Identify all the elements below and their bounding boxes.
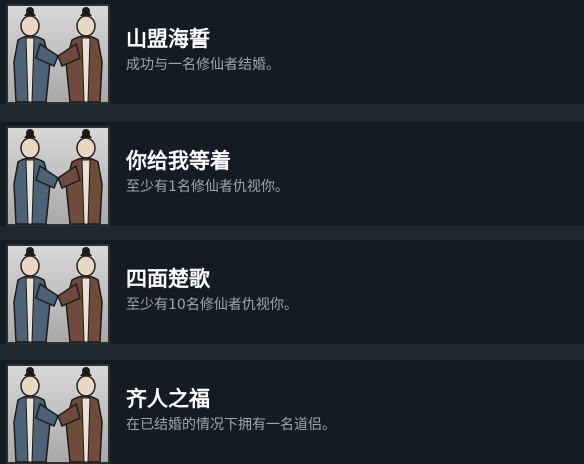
wedding-couple-icon	[6, 364, 110, 464]
achievement-text: 四面楚歌 至少有10名修仙者仇视你。	[126, 266, 568, 314]
achievement-row[interactable]: 四面楚歌 至少有10名修仙者仇视你。	[0, 240, 584, 344]
wedding-couple-icon	[6, 4, 110, 104]
achievement-row[interactable]: 齐人之福 在已结婚的情况下拥有一名道侣。	[0, 360, 584, 464]
achievement-title: 齐人之福	[126, 387, 210, 411]
achievement-text: 你给我等着 至少有1名修仙者仇视你。	[126, 148, 568, 196]
achievement-description: 成功与一名修仙者结婚。	[126, 57, 280, 73]
achievement-title: 山盟海誓	[126, 27, 210, 51]
achievement-description: 在已结婚的情况下拥有一名道侣。	[126, 417, 336, 433]
achievement-list: 山盟海誓 成功与一名修仙者结婚。 你给我等着 至少有1名修仙者仇视你。 四面楚歌…	[0, 0, 584, 464]
achievement-description: 至少有10名修仙者仇视你。	[126, 297, 298, 313]
achievement-row[interactable]: 你给我等着 至少有1名修仙者仇视你。	[0, 122, 584, 226]
wedding-couple-icon	[6, 244, 110, 344]
achievement-text: 齐人之福 在已结婚的情况下拥有一名道侣。	[126, 386, 568, 434]
achievement-title: 你给我等着	[126, 149, 231, 173]
achievement-row[interactable]: 山盟海誓 成功与一名修仙者结婚。	[0, 0, 584, 104]
wedding-couple-icon	[6, 126, 110, 226]
achievement-title: 四面楚歌	[126, 267, 210, 291]
achievement-description: 至少有1名修仙者仇视你。	[126, 179, 289, 195]
achievement-text: 山盟海誓 成功与一名修仙者结婚。	[126, 26, 568, 74]
